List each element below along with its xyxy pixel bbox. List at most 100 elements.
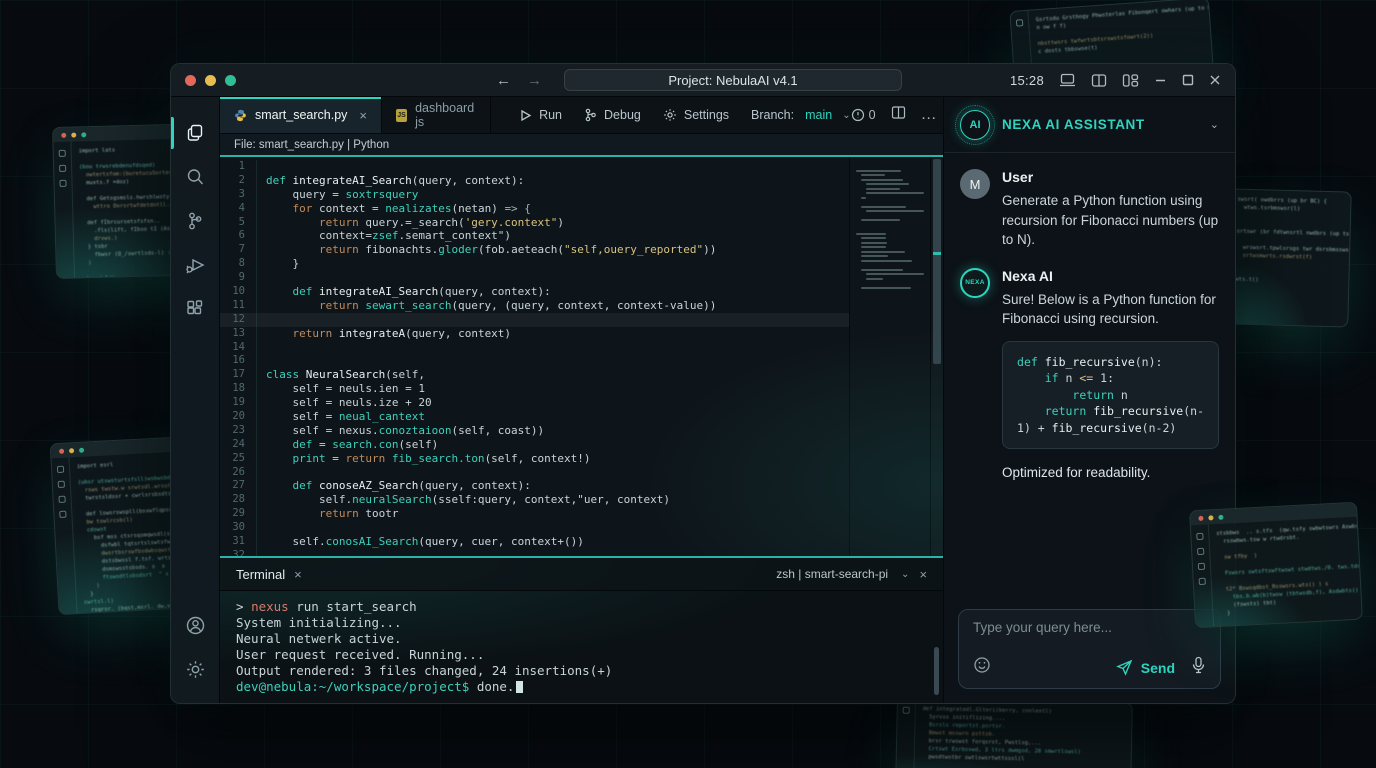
chat-code-block: def fib_recursive(n): if n <= 1: return … — [1002, 341, 1219, 450]
send-label: Send — [1141, 660, 1175, 676]
forward-arrow-icon[interactable]: → — [527, 72, 542, 89]
line-number: 18 — [220, 382, 256, 396]
run-button[interactable]: Run — [519, 108, 562, 122]
chat-code-line: return fib_recursive(n- — [1017, 403, 1204, 420]
minimap-line — [861, 219, 900, 221]
minimap-line — [866, 210, 924, 212]
minimap[interactable] — [849, 157, 930, 556]
line-number: 30 — [220, 521, 256, 535]
line-number: 23 — [220, 424, 256, 438]
emoji-icon[interactable] — [973, 656, 991, 679]
split-columns-icon[interactable] — [1091, 74, 1107, 87]
minimap-line — [861, 255, 888, 257]
terminal-tab-label: Terminal — [236, 567, 285, 582]
minimap-line — [861, 246, 886, 248]
terminal-close-icon[interactable]: × — [919, 567, 927, 582]
code-line: 31 self.conosAI_Search(query, cuer, cont… — [220, 535, 849, 549]
close-traffic-light[interactable] — [185, 75, 196, 86]
editor-toolbar: Run Debug Settings Branch:main⌄ — [519, 97, 851, 133]
terminal-tab-close-icon[interactable]: × — [294, 567, 302, 582]
tab-label: smart_search.py — [255, 108, 347, 122]
screen-icon[interactable] — [1059, 73, 1076, 87]
code-line: 11 return sewart_search(query, (query, c… — [220, 299, 849, 313]
ide-window: ← → Project: NebulaAI v4.1 15:28 — [170, 63, 1236, 704]
layout-grid-icon[interactable] — [1122, 74, 1139, 87]
line-number: 17 — [220, 368, 256, 382]
extensions-icon[interactable] — [171, 287, 219, 331]
minimize-traffic-light[interactable] — [205, 75, 216, 86]
line-number: 13 — [220, 327, 256, 341]
maximize-traffic-light[interactable] — [225, 75, 236, 86]
code-line: 6 context=zsef.semart_context") — [220, 229, 849, 243]
code-area[interactable]: 12def integrateAI_Search(query, context)… — [220, 157, 849, 556]
minimap-line — [866, 278, 883, 280]
line-number: 11 — [220, 299, 256, 313]
code-line: 25 print = return fib_search.ton(self, c… — [220, 452, 849, 466]
clock: 15:28 — [1010, 73, 1044, 88]
tab-smart-search[interactable]: smart_search.py × — [220, 97, 382, 133]
background-window-bottom-right: stsbbws .. s.tfs (qw.tsfy swbwtswrs Aswb… — [1189, 502, 1363, 629]
project-title-field[interactable]: Project: NebulaAI v4.1 — [564, 69, 902, 91]
chevron-down-icon: ⌄ — [842, 110, 850, 121]
line-number: 10 — [220, 285, 256, 299]
code-line: 3 query = soxtrsquery — [220, 188, 849, 202]
chat-input-box: Send — [958, 609, 1221, 689]
search-icon[interactable] — [171, 155, 219, 199]
terminal-output[interactable]: > nexus run start_searchSystem initializ… — [220, 591, 943, 703]
debug-button[interactable]: Debug — [584, 108, 641, 122]
chevron-down-icon[interactable]: ⌄ — [1210, 118, 1219, 131]
code-line: 14 — [220, 341, 849, 355]
ai-message: NEXA Nexa AI Sure! Below is a Python fun… — [960, 268, 1219, 329]
tab-close-icon[interactable]: × — [359, 108, 367, 123]
branch-selector[interactable]: Branch:main⌄ — [751, 108, 851, 122]
background-code: stsbbws .. s.tfs (qw.tsfy swbwtswrs Aswb… — [1209, 517, 1362, 627]
code-line: 9 — [220, 271, 849, 285]
line-number: 2 — [220, 174, 256, 188]
account-icon[interactable] — [171, 603, 219, 647]
files-explorer-icon[interactable] — [171, 111, 219, 155]
settings-label: Settings — [684, 108, 729, 122]
tab-dashboard[interactable]: JS dashboard js — [382, 97, 491, 133]
background-window-right-middle: swsrt( owdbrrs (up br BC) { wtws.tsrbmsw… — [1226, 188, 1352, 327]
back-arrow-icon[interactable]: ← — [496, 72, 511, 89]
settings-gear-icon[interactable] — [171, 647, 219, 691]
chat-input[interactable] — [973, 620, 1206, 635]
paper-plane-icon — [1116, 659, 1133, 676]
chevron-down-icon[interactable]: ⌄ — [901, 569, 909, 580]
minimap-line — [861, 197, 866, 199]
more-actions-icon[interactable]: … — [921, 106, 938, 124]
source-control-icon[interactable] — [171, 199, 219, 243]
close-icon[interactable] — [1209, 74, 1221, 86]
bg-code-line — [1236, 260, 1342, 271]
minimize-icon[interactable] — [1154, 74, 1167, 87]
user-avatar: M — [960, 169, 990, 199]
run-debug-icon[interactable] — [171, 243, 219, 287]
terminal-scrollbar-thumb[interactable] — [934, 647, 939, 695]
line-number: 28 — [220, 493, 256, 507]
microphone-icon[interactable] — [1191, 656, 1206, 679]
problems-indicator[interactable]: 0 — [851, 108, 876, 122]
split-editor-icon[interactable] — [891, 106, 906, 124]
line-number: 12 — [220, 313, 256, 327]
code-line: 12 — [220, 313, 849, 327]
line-number: 4 — [220, 202, 256, 216]
code-line: 30 — [220, 521, 849, 535]
code-line: 23 self = nexus.conoztaioon(self, coast)… — [220, 424, 849, 438]
shell-selector-label[interactable]: zsh | smart-search-pi — [776, 567, 888, 581]
mini-close-dot — [61, 132, 66, 137]
maximize-icon[interactable] — [1182, 74, 1194, 86]
minimap-line — [861, 251, 905, 253]
mini-maximize-dot — [81, 132, 86, 137]
minimap-line — [861, 287, 911, 289]
minimap-line — [866, 183, 909, 185]
line-number: 19 — [220, 396, 256, 410]
python-icon — [234, 109, 247, 122]
scrollbar-marker — [933, 252, 941, 255]
terminal-tab[interactable]: Terminal × — [236, 567, 302, 582]
scrollbar-thumb[interactable] — [933, 159, 941, 364]
settings-button[interactable]: Settings — [663, 108, 729, 122]
nexa-logo-icon: AI — [960, 110, 990, 140]
send-button[interactable]: Send — [1116, 659, 1175, 676]
branch-name: main — [805, 108, 832, 122]
file-info-text: File: smart_search.py | Python — [234, 139, 389, 151]
